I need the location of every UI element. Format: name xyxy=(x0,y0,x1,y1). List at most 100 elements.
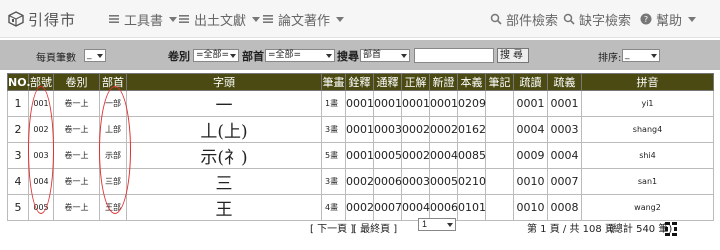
cell-c1[interactable]: 0001 xyxy=(345,116,374,143)
sort-select[interactable]: _ xyxy=(622,49,660,62)
nav-tools[interactable]: 工具書 xyxy=(108,11,178,29)
col-header-c2[interactable]: 通釋 xyxy=(373,73,402,91)
cell-c1[interactable]: 0002 xyxy=(345,194,374,221)
table-row[interactable]: 4 004 卷一上 三部 三 3畫 0002 0006 0003 0005 02… xyxy=(7,168,714,195)
table-row[interactable]: 3 003 卷一上 示部 示(礻) 5畫 0001 0005 0002 0004… xyxy=(7,142,714,169)
cell-c5[interactable]: 0162 xyxy=(457,116,486,143)
cell-c7[interactable]: 0010 xyxy=(513,194,548,221)
cell-c3[interactable]: 0002 xyxy=(401,142,430,169)
search-field-select[interactable]: 部首 xyxy=(360,49,410,62)
col-header-c4[interactable]: 新證 xyxy=(429,73,458,91)
cell-c4[interactable]: 0001 xyxy=(429,90,458,117)
cell-c3[interactable]: 0004 xyxy=(401,194,430,221)
nav-papers[interactable]: 論文著作 xyxy=(262,11,345,29)
cell-no: 1 xyxy=(7,90,29,117)
page-info: 第 1 頁 / 共 108 頁 xyxy=(527,224,615,235)
cell-char[interactable]: 示(礻) xyxy=(126,142,322,169)
total-info: (總計 540 筆) xyxy=(609,224,673,235)
cell-no: 3 xyxy=(7,142,29,169)
nav-unearthed[interactable]: 出土文獻 xyxy=(178,11,261,29)
cell-no: 4 xyxy=(7,168,29,195)
cell-c2[interactable]: 0001 xyxy=(373,90,402,117)
table-row[interactable]: 2 002 卷一上 丄部 丄(上) 3畫 0001 0003 0002 0002… xyxy=(7,116,714,143)
cell-c3[interactable]: 0003 xyxy=(401,168,430,195)
cell-c8[interactable]: 0003 xyxy=(547,116,582,143)
cell-c8[interactable]: 0008 xyxy=(547,194,582,221)
cell-c7[interactable]: 0001 xyxy=(513,90,548,117)
search-input[interactable] xyxy=(414,48,494,63)
cell-char[interactable]: 丄(上) xyxy=(126,116,322,143)
col-header-c6[interactable]: 筆記 xyxy=(485,73,514,91)
search-button[interactable]: 搜尋 xyxy=(497,48,529,63)
cell-char[interactable]: 一 xyxy=(126,90,322,117)
cell-c5[interactable]: 0209 xyxy=(457,90,486,117)
brand-name: 引得市 xyxy=(28,10,77,29)
cell-c8[interactable]: 0001 xyxy=(547,90,582,117)
table-row[interactable]: 5 005 卷一上 王部 王 4畫 0002 0007 0004 0006 01… xyxy=(7,194,714,221)
cell-volume: 卷一上 xyxy=(53,194,100,221)
col-header-c3[interactable]: 正解 xyxy=(401,73,430,91)
col-header-c1[interactable]: 銓釋 xyxy=(345,73,374,91)
cell-c8[interactable]: 0004 xyxy=(547,142,582,169)
cell-c1[interactable]: 0002 xyxy=(345,168,374,195)
cell-strokes: 3畫 xyxy=(321,168,346,195)
cell-c7[interactable]: 0010 xyxy=(513,168,548,195)
cell-c7[interactable]: 0004 xyxy=(513,116,548,143)
nav-papers-label: 論文著作 xyxy=(278,13,331,29)
col-header-strokes[interactable]: 筆畫 xyxy=(321,73,346,91)
table-row[interactable]: 1 001 卷一上 一部 一 1畫 0001 0001 0001 0001 02… xyxy=(7,90,714,117)
chevron-down-icon xyxy=(688,16,697,22)
per-page-select[interactable]: _ xyxy=(84,49,106,62)
nav-help-label: 幫助 xyxy=(656,13,683,29)
volume-select[interactable]: =全部= xyxy=(193,49,239,62)
cell-c3[interactable]: 0002 xyxy=(401,116,430,143)
col-header-c7[interactable]: 疏讀 xyxy=(513,73,548,91)
brand-logo[interactable]: 引得市 xyxy=(8,8,76,30)
col-header-volume[interactable]: 卷別 xyxy=(53,73,100,91)
cell-char[interactable]: 三 xyxy=(126,168,322,195)
col-header-c8[interactable]: 疏義 xyxy=(547,73,582,91)
cell-c2[interactable]: 0006 xyxy=(373,168,402,195)
col-header-radical[interactable]: 部首 xyxy=(99,73,127,91)
page-select[interactable]: 1 xyxy=(418,218,456,231)
cell-c5[interactable]: 0085 xyxy=(457,142,486,169)
last-page-link[interactable]: [ 最終頁 ] xyxy=(353,220,397,235)
cell-char[interactable]: 王 xyxy=(126,194,322,221)
cell-c4[interactable]: 0004 xyxy=(429,142,458,169)
cell-pinyin: yi1 xyxy=(581,90,714,117)
col-header-pinyin[interactable]: 拼音 xyxy=(581,73,714,91)
cube-icon xyxy=(8,11,24,27)
list-icon xyxy=(179,15,189,23)
nav-missing-char-search[interactable]: 缺字檢索 xyxy=(563,11,631,29)
col-header-char[interactable]: 字頭 xyxy=(126,73,322,91)
col-header-bu-no[interactable]: 部號 xyxy=(28,73,54,91)
next-page-link[interactable]: [ 下一頁 ] xyxy=(310,220,354,235)
nav-help[interactable]: ? 幫助 xyxy=(640,11,697,29)
cell-c5[interactable]: 0210 xyxy=(457,168,486,195)
cell-strokes: 4畫 xyxy=(321,194,346,221)
cell-c4[interactable]: 0006 xyxy=(429,194,458,221)
cell-c1[interactable]: 0001 xyxy=(345,142,374,169)
radical-label: 部首 xyxy=(242,50,264,63)
cell-c4[interactable]: 0005 xyxy=(429,168,458,195)
nav-radical-search[interactable]: 部件檢索 xyxy=(490,11,558,29)
cell-c2[interactable]: 0003 xyxy=(373,116,402,143)
cell-c3[interactable]: 0001 xyxy=(401,90,430,117)
cell-radical: 一部 xyxy=(99,90,127,117)
search-toolbar: 每頁筆數 _ 卷別 =全部= 部首 =全部= 搜尋 部首 搜尋 排序: _ xyxy=(0,40,720,70)
cell-c8[interactable]: 0007 xyxy=(547,168,582,195)
cell-c7[interactable]: 0009 xyxy=(513,142,548,169)
cell-c6 xyxy=(485,90,514,117)
cell-c6 xyxy=(485,116,514,143)
cell-volume: 卷一上 xyxy=(53,116,100,143)
cell-c4[interactable]: 0002 xyxy=(429,116,458,143)
cell-c1[interactable]: 0001 xyxy=(345,90,374,117)
cell-c5[interactable]: 0101 xyxy=(457,194,486,221)
grid-icon[interactable] xyxy=(665,222,677,236)
col-header-no[interactable]: NO. xyxy=(7,73,31,91)
cell-c6 xyxy=(485,168,514,195)
cell-c2[interactable]: 0007 xyxy=(373,194,402,221)
radical-select[interactable]: =全部= xyxy=(265,49,335,62)
cell-c2[interactable]: 0005 xyxy=(373,142,402,169)
col-header-c5[interactable]: 本義 xyxy=(457,73,486,91)
